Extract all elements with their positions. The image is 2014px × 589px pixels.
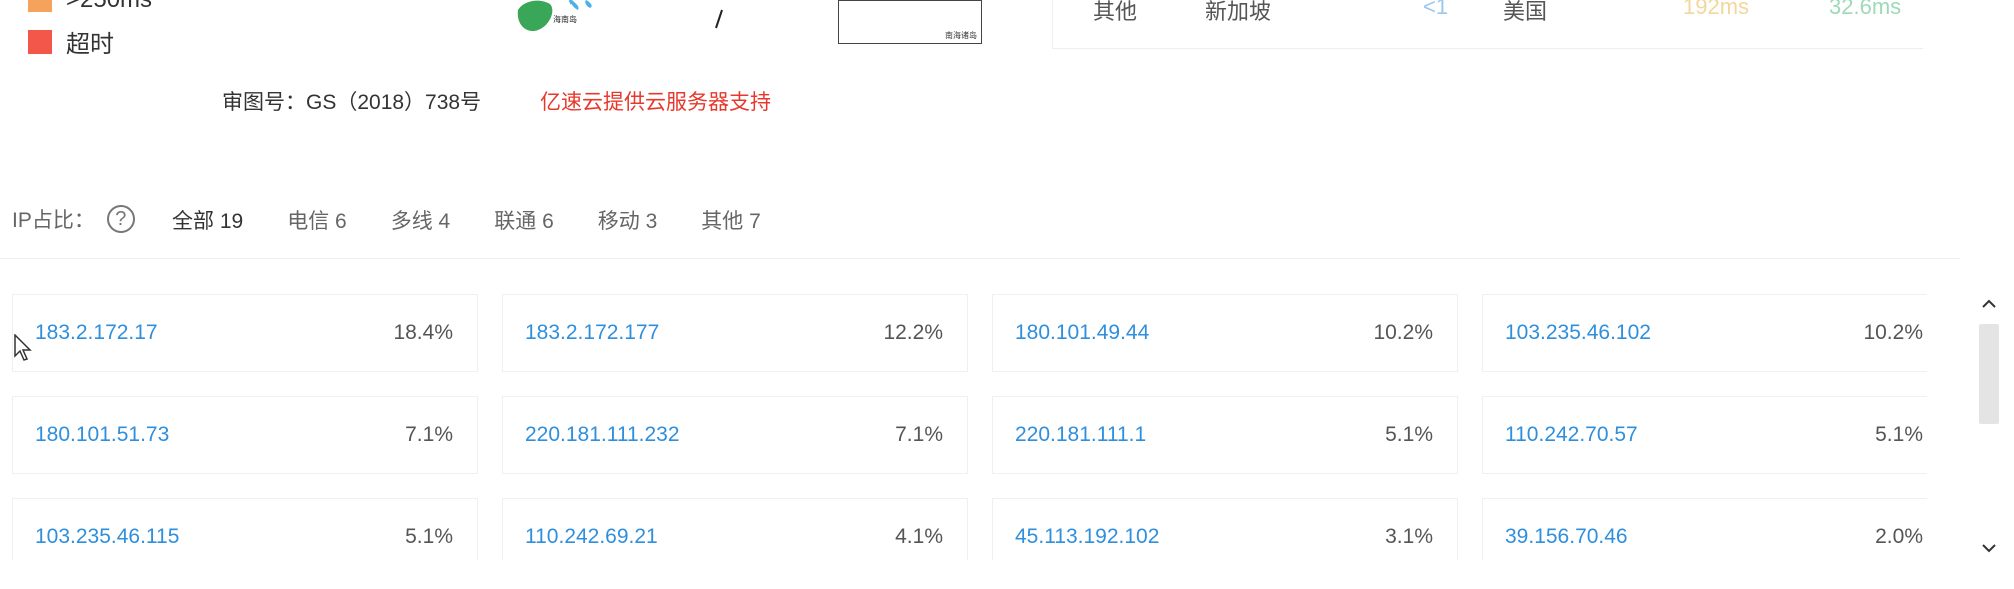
tab-mobile[interactable]: 移动 3 [576,188,680,258]
map-island-label: 海南岛 [553,15,577,24]
legend-label: >250ms [66,0,152,14]
question-circle-icon[interactable]: ? [106,205,135,233]
ip-percentage: 7.1% [405,423,453,446]
ip-cell: 103.235.46.115 5.1% [12,498,478,560]
ip-share-label: IP占比： ? [12,204,135,234]
tab-multiline[interactable]: 多线 4 [369,188,473,258]
ip-percentage: 10.2% [1863,321,1923,344]
south-china-sea-inset: 南海诸岛 [838,0,982,44]
ip-percentage: 7.1% [895,423,943,446]
scroll-up-chevron-icon[interactable] [1976,294,2002,320]
stats-table-fragment: 其他 新加坡 <1 美国 192ms 32.6ms [1052,0,1923,49]
sponsor-link[interactable]: 亿速云提供云服务器支持 [540,86,771,116]
ip-cell: 183.2.172.17 18.4% [12,294,478,372]
ip-cell: 103.235.46.102 10.2% [1482,294,1927,372]
ip-link[interactable]: 220.181.111.232 [525,423,680,447]
ip-cell: 220.181.111.232 7.1% [502,396,968,474]
stats-col3: <1 [1423,0,1449,19]
ip-cell: 39.156.70.46 2.0% [1482,498,1927,560]
ip-percentage: 18.4% [393,321,453,344]
stats-col1: 其他 [1093,0,1138,24]
legend-swatch-red [28,29,52,54]
scroll-down-chevron-icon[interactable] [1976,538,2002,564]
tab-other[interactable]: 其他 7 [679,188,783,258]
ip-cell: 180.101.49.44 10.2% [992,294,1458,372]
ip-cell: 180.101.51.73 7.1% [12,396,478,474]
map-approval-number: 审图号：GS（2018）738号 [222,91,482,114]
ip-percentage: 5.1% [1875,423,1923,446]
tabs-divider [0,258,1960,259]
grid-scrollbar[interactable] [1976,294,2002,564]
ip-link[interactable]: 103.235.46.115 [35,525,179,549]
scrollbar-thumb[interactable] [1979,324,1999,424]
legend-item-over-250ms: >250ms [28,0,152,14]
ip-percentage: 5.1% [1385,423,1433,446]
ip-link[interactable]: 220.181.111.1 [1015,423,1146,447]
map-fragment [517,0,723,32]
ip-percentage: 2.0% [1875,525,1923,548]
ip-cell: 220.181.111.1 5.1% [992,396,1458,474]
mouse-cursor-icon [14,334,32,361]
ip-percentage: 4.1% [895,525,943,548]
stats-col6: 32.6ms [1829,0,1902,19]
legend-swatch-orange [28,0,52,12]
ip-share-label-text: IP占比： [12,209,95,232]
ip-cell: 183.2.172.177 12.2% [502,294,968,372]
ip-cell: 45.113.192.102 3.1% [992,498,1458,560]
ip-link[interactable]: 110.242.69.21 [525,525,658,549]
legend-item-timeout: 超时 [28,24,114,59]
inset-label: 南海诸岛 [945,31,977,40]
ip-filter-tabs: 全部 19 电信 6 多线 4 联通 6 移动 3 其他 7 [150,188,783,258]
legend-label: 超时 [66,31,114,58]
stats-col2: 新加坡 [1205,0,1272,24]
ip-link[interactable]: 45.113.192.102 [1015,525,1159,549]
ip-link[interactable]: 39.156.70.46 [1505,525,1628,549]
tab-unicom[interactable]: 联通 6 [472,188,576,258]
stats-col4: 美国 [1503,0,1548,24]
ip-link[interactable]: 180.101.51.73 [35,423,169,447]
ip-percentage: 10.2% [1373,321,1433,344]
ip-cell: 110.242.70.57 5.1% [1482,396,1927,474]
ip-link[interactable]: 183.2.172.177 [525,321,659,345]
ip-link[interactable]: 103.235.46.102 [1505,321,1651,345]
ip-percentage: 5.1% [405,525,453,548]
ip-link[interactable]: 110.242.70.57 [1505,423,1638,447]
tab-telecom[interactable]: 电信 6 [265,188,369,258]
ip-cell: 110.242.69.21 4.1% [502,498,968,560]
ip-percentage: 12.2% [883,321,943,344]
tab-all[interactable]: 全部 19 [150,188,266,258]
stats-col5: 192ms [1683,0,1750,19]
ip-link[interactable]: 180.101.49.44 [1015,321,1149,345]
ip-percentage: 3.1% [1385,525,1433,548]
ip-link[interactable]: 183.2.172.17 [35,321,158,345]
ip-share-grid: 183.2.172.17 18.4% 183.2.172.177 12.2% 1… [12,294,1927,560]
